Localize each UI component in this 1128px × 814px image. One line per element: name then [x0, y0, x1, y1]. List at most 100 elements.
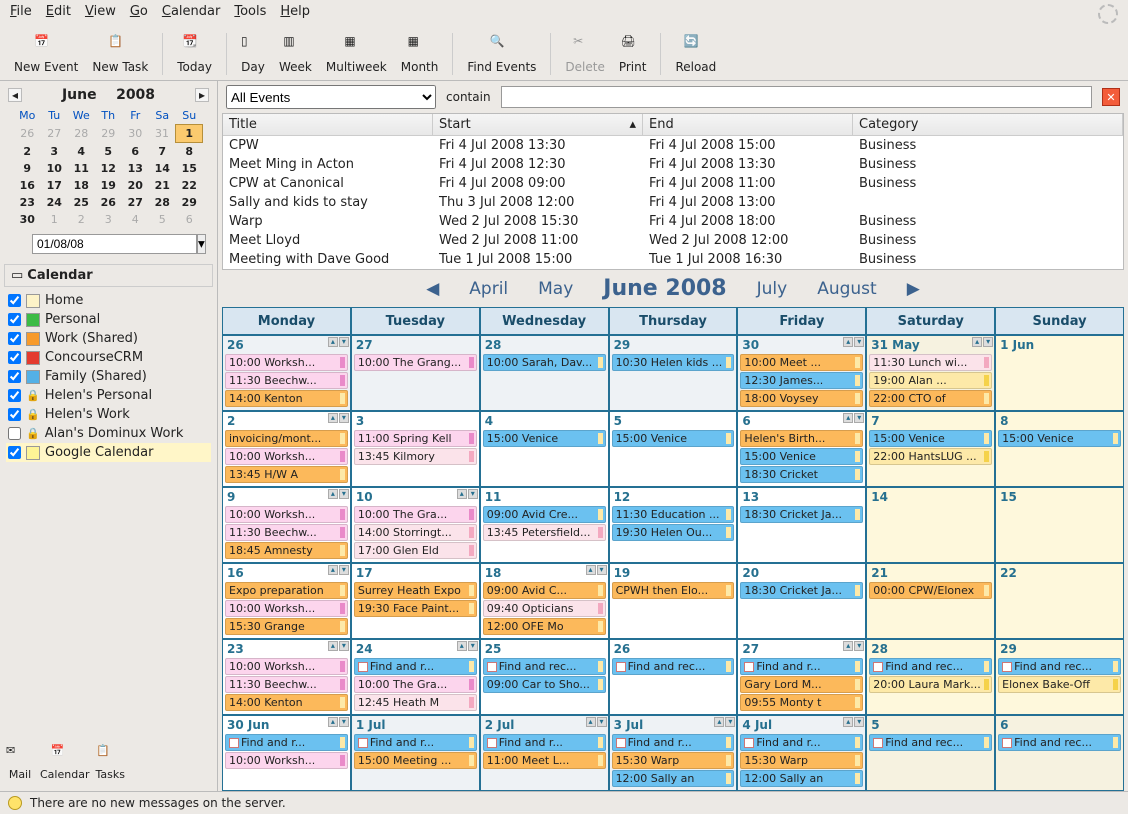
day-cell[interactable]: 26Find and rec...: [609, 639, 738, 715]
calendar-event[interactable]: 10:30 Helen kids ...: [612, 354, 735, 371]
calendar-event[interactable]: Find and rec...: [998, 658, 1121, 675]
event-row[interactable]: Meet Ming in ActonFri 4 Jul 2008 12:30Fr…: [223, 155, 1123, 174]
day-cell[interactable]: 715:00 Venice22:00 HantsLUG ...: [866, 411, 995, 487]
menu-go[interactable]: Go: [130, 4, 148, 24]
nav-month[interactable]: August: [817, 279, 877, 299]
calendar-event[interactable]: Find and rec...: [998, 734, 1121, 751]
scroll-up-icon[interactable]: ▴: [843, 413, 853, 423]
day-cell[interactable]: 10▴▾10:00 The Gra...14:00 Storringt...17…: [351, 487, 480, 563]
calendar-event[interactable]: 11:30 Beechw...: [225, 372, 348, 389]
calendar-event[interactable]: 14:00 Kenton: [225, 390, 348, 407]
menu-help[interactable]: Help: [280, 4, 310, 24]
calendar-event[interactable]: 18:00 Voysey: [740, 390, 863, 407]
calendar-event[interactable]: Elonex Bake-Off: [998, 676, 1121, 693]
calendar-item[interactable]: Home: [6, 291, 211, 310]
scroll-up-icon[interactable]: ▴: [328, 489, 338, 499]
day-cell[interactable]: 15: [995, 487, 1124, 563]
calendar-event[interactable]: 12:00 Sally an: [612, 770, 735, 787]
scroll-up-icon[interactable]: ▴: [586, 565, 596, 575]
calendar-event[interactable]: 12:00 OFE Mo: [483, 618, 606, 635]
calendar-event[interactable]: 10:00 Worksh...: [225, 354, 348, 371]
calendar-event[interactable]: Find and rec...: [612, 658, 735, 675]
scroll-up-icon[interactable]: ▴: [586, 717, 596, 727]
day-cell[interactable]: 29Find and rec...Elonex Bake-Off: [995, 639, 1124, 715]
calendar-event[interactable]: 09:00 Avid Cre...: [483, 506, 606, 523]
calendar-item[interactable]: Work (Shared): [6, 329, 211, 348]
day-cell[interactable]: 3 Jul▴▾Find and r...15:30 Warp12:00 Sall…: [609, 715, 738, 791]
scroll-down-icon[interactable]: ▾: [339, 413, 349, 423]
calendar-item[interactable]: 🔒Alan's Dominux Work: [6, 424, 211, 443]
scroll-up-icon[interactable]: ▴: [328, 717, 338, 727]
calendar-item[interactable]: Personal: [6, 310, 211, 329]
event-row[interactable]: Meeting with Dave GoodTue 1 Jul 2008 15:…: [223, 250, 1123, 269]
calendar-event[interactable]: 15:00 Venice: [740, 448, 863, 465]
calendar-event[interactable]: Find and rec...: [483, 658, 606, 675]
toolbar-print[interactable]: 🖨Print: [613, 32, 653, 76]
calendar-event[interactable]: 10:00 The Gra...: [354, 506, 477, 523]
date-dropdown-button[interactable]: ▾: [197, 234, 206, 254]
calendar-event[interactable]: 09:00 Avid C...: [483, 582, 606, 599]
nav-mail[interactable]: ✉Mail: [6, 744, 34, 781]
calendar-event[interactable]: 18:45 Amnesty: [225, 542, 348, 559]
scroll-up-icon[interactable]: ▴: [328, 337, 338, 347]
day-cell[interactable]: 815:00 Venice: [995, 411, 1124, 487]
calendar-event[interactable]: invoicing/mont...: [225, 430, 348, 447]
day-cell[interactable]: 24▴▾Find and r...10:00 The Gra...12:45 H…: [351, 639, 480, 715]
nav-tasks[interactable]: 📋Tasks: [95, 744, 124, 781]
day-cell[interactable]: 2710:00 The Grang...: [351, 335, 480, 411]
scroll-up-icon[interactable]: ▴: [843, 641, 853, 651]
calendar-event[interactable]: 11:00 Spring Kell: [354, 430, 477, 447]
calendar-event[interactable]: 10:00 Meet ...: [740, 354, 863, 371]
calendar-event[interactable]: 12:00 Sally an: [740, 770, 863, 787]
event-list-header[interactable]: Title Start ▴ End Category: [223, 114, 1123, 136]
calendar-event[interactable]: 10:00 Worksh...: [225, 600, 348, 617]
calendar-event[interactable]: 15:30 Grange: [225, 618, 348, 635]
calendar-event[interactable]: 10:00 The Grang...: [354, 354, 477, 371]
calendar-item[interactable]: Google Calendar: [6, 443, 211, 462]
day-cell[interactable]: 1318:30 Cricket Ja...: [737, 487, 866, 563]
calendar-event[interactable]: Find and r...: [354, 734, 477, 751]
mini-calendar[interactable]: MoTuWeThFrSaSu 2627282930311 2345678 910…: [14, 107, 204, 228]
scroll-up-icon[interactable]: ▴: [972, 337, 982, 347]
scroll-down-icon[interactable]: ▾: [339, 337, 349, 347]
calendar-checkbox[interactable]: [8, 332, 21, 345]
day-cell[interactable]: 2018:30 Cricket Ja...: [737, 563, 866, 639]
calendar-event[interactable]: Helen's Birth...: [740, 430, 863, 447]
day-cell[interactable]: 18▴▾09:00 Avid C...09:40 Opticians12:00 …: [480, 563, 609, 639]
day-cell[interactable]: 26▴▾10:00 Worksh...11:30 Beechw...14:00 …: [222, 335, 351, 411]
day-cell[interactable]: 2100:00 CPW/Elonex: [866, 563, 995, 639]
toolbar-month[interactable]: ▦Month: [395, 32, 445, 76]
toolbar-day[interactable]: ▯Day: [235, 32, 271, 76]
scroll-up-icon[interactable]: ▴: [457, 489, 467, 499]
date-input[interactable]: [32, 234, 197, 254]
scroll-down-icon[interactable]: ▾: [339, 641, 349, 651]
scroll-up-icon[interactable]: ▴: [328, 413, 338, 423]
calendar-event[interactable]: 15:00 Venice: [612, 430, 735, 447]
day-cell[interactable]: 28Find and rec...20:00 Laura Mark...: [866, 639, 995, 715]
calendar-checkbox[interactable]: [8, 294, 21, 307]
calendar-event[interactable]: 10:00 Worksh...: [225, 448, 348, 465]
clear-search-button[interactable]: ✕: [1102, 88, 1120, 106]
calendar-checkbox[interactable]: [8, 370, 21, 383]
toolbar-week[interactable]: ▥Week: [273, 32, 318, 76]
toolbar-find-events[interactable]: 🔍Find Events: [461, 32, 542, 76]
day-cell[interactable]: 515:00 Venice: [609, 411, 738, 487]
calendar-event[interactable]: 09:40 Opticians: [483, 600, 606, 617]
calendar-event[interactable]: 20:00 Laura Mark...: [869, 676, 992, 693]
day-cell[interactable]: 16▴▾Expo preparation10:00 Worksh...15:30…: [222, 563, 351, 639]
search-input[interactable]: [501, 86, 1092, 108]
scroll-down-icon[interactable]: ▾: [597, 565, 607, 575]
toolbar-reload[interactable]: 🔄Reload: [669, 32, 722, 76]
calendar-event[interactable]: 12:45 Heath M: [354, 694, 477, 711]
calendar-event[interactable]: 17:00 Glen Eld: [354, 542, 477, 559]
calendar-event[interactable]: Find and r...: [740, 658, 863, 675]
day-cell[interactable]: 5Find and rec...: [866, 715, 995, 791]
event-row[interactable]: WarpWed 2 Jul 2008 15:30Fri 4 Jul 2008 1…: [223, 212, 1123, 231]
calendar-item[interactable]: 🔒Helen's Personal: [6, 386, 211, 405]
scroll-down-icon[interactable]: ▾: [983, 337, 993, 347]
calendar-event[interactable]: 10:00 Worksh...: [225, 506, 348, 523]
event-row[interactable]: CPW at CanonicalFri 4 Jul 2008 09:00Fri …: [223, 174, 1123, 193]
calendar-section-header[interactable]: ▭ Calendar: [4, 264, 213, 287]
calendar-event[interactable]: 09:00 Car to Sho...: [483, 676, 606, 693]
calendar-item[interactable]: 🔒Helen's Work: [6, 405, 211, 424]
